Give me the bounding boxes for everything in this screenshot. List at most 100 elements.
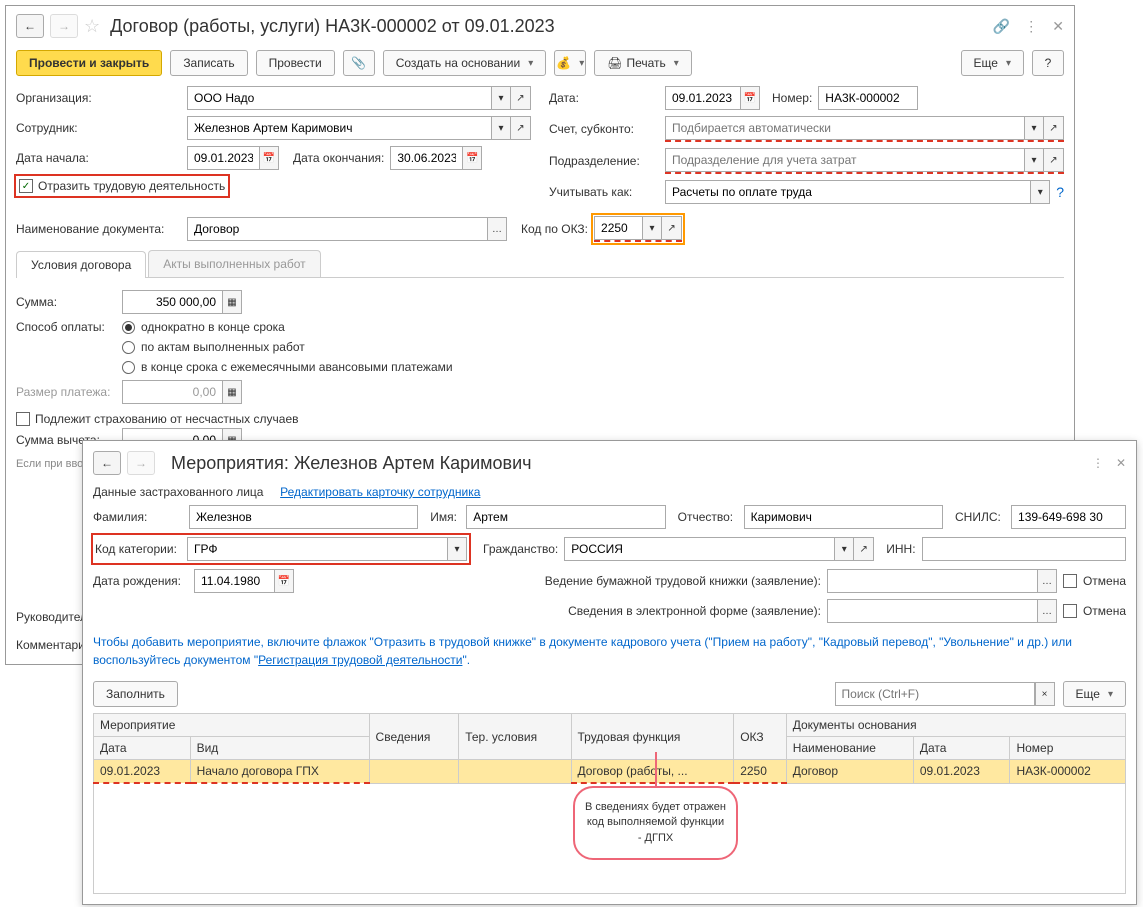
favorite-star-icon[interactable]: ☆ (84, 16, 100, 37)
inn-input[interactable] (922, 537, 1126, 561)
dropdown-icon[interactable]: ▾ (447, 537, 467, 561)
surname-input[interactable] (189, 505, 418, 529)
okz-label: Код по ОКЗ: (521, 222, 588, 236)
open-icon[interactable]: ↗ (662, 216, 682, 240)
open-icon[interactable]: ↗ (854, 537, 874, 561)
dropdown-icon[interactable]: ▾ (1024, 148, 1044, 172)
calendar-icon[interactable]: 📅 (740, 86, 760, 110)
tab-conditions[interactable]: Условия договора (16, 251, 146, 278)
snils-input[interactable] (1011, 505, 1126, 529)
calendar-icon[interactable]: 📅 (274, 569, 294, 593)
ellipsis-icon[interactable]: … (487, 217, 507, 241)
th-docdate[interactable]: Дата (913, 737, 1010, 760)
th-info[interactable]: Сведения (369, 714, 459, 760)
help-icon[interactable]: ? (1056, 184, 1064, 200)
dropdown-icon[interactable]: ▾ (1024, 116, 1044, 140)
close-icon[interactable]: ✕ (1052, 18, 1064, 35)
payment-radio-3[interactable] (122, 361, 135, 374)
end-date-input[interactable] (390, 146, 462, 170)
sum-input[interactable] (122, 290, 222, 314)
cancel1-checkbox[interactable] (1063, 574, 1077, 588)
paper-book-input[interactable] (827, 569, 1037, 593)
table-row[interactable]: 09.01.2023 Начало договора ГПХ Договор (… (94, 760, 1126, 784)
help-button[interactable]: ? (1032, 50, 1064, 76)
calendar-icon[interactable]: 📅 (462, 146, 482, 170)
docname-input[interactable] (187, 217, 487, 241)
calc-icon[interactable]: ▦ (222, 380, 242, 404)
electronic-input[interactable] (827, 599, 1037, 623)
post-button[interactable]: Провести (256, 50, 335, 76)
close-icon[interactable]: ✕ (1116, 456, 1126, 470)
link-icon[interactable]: 🔗 (993, 18, 1010, 35)
nav-back-button[interactable]: ← (93, 451, 121, 475)
calendar-icon[interactable]: 📅 (259, 146, 279, 170)
kebab-menu-icon[interactable]: ⋮ (1092, 456, 1104, 470)
docname-label: Наименование документа: (16, 222, 181, 236)
insurance-checkbox[interactable] (16, 412, 30, 426)
dropdown-icon[interactable]: ▾ (1030, 180, 1050, 204)
nav-forward-button[interactable]: → (50, 14, 78, 38)
th-event[interactable]: Мероприятие (94, 714, 370, 737)
print-button[interactable]: 🖨 Печать (594, 50, 692, 76)
payment-radio-1[interactable] (122, 321, 135, 334)
nav-forward-button[interactable]: → (127, 451, 155, 475)
org-input[interactable] (187, 86, 491, 110)
end-date-label: Дата окончания: (293, 151, 384, 165)
clear-search-icon[interactable]: × (1035, 682, 1055, 706)
edit-employee-link[interactable]: Редактировать карточку сотрудника (280, 485, 480, 499)
reflect-checkbox[interactable]: ✓ (19, 179, 33, 193)
calc-icon[interactable]: ▦ (222, 290, 242, 314)
electronic-label: Сведения в электронной форме (заявление)… (568, 604, 821, 618)
nav-back-button[interactable]: ← (16, 14, 44, 38)
th-type[interactable]: Вид (190, 737, 369, 760)
category-input[interactable] (187, 537, 447, 561)
th-docs[interactable]: Документы основания (786, 714, 1125, 737)
th-okz[interactable]: ОКЗ (734, 714, 786, 760)
date-input[interactable] (665, 86, 740, 110)
birthdate-input[interactable] (194, 569, 274, 593)
citizenship-input[interactable] (564, 537, 834, 561)
dropdown-icon[interactable]: ▾ (642, 216, 662, 240)
category-label: Код категории: (95, 542, 181, 556)
org-label: Организация: (16, 91, 181, 105)
start-date-input[interactable] (187, 146, 259, 170)
fill-button[interactable]: Заполнить (93, 681, 178, 707)
open-icon[interactable]: ↗ (511, 86, 531, 110)
th-name[interactable]: Наименование (786, 737, 913, 760)
create-based-button[interactable]: Создать на основании (383, 50, 547, 76)
tab-acts[interactable]: Акты выполненных работ (148, 250, 320, 277)
open-icon[interactable]: ↗ (1044, 116, 1064, 140)
dropdown-icon[interactable]: ▾ (491, 86, 511, 110)
dropdown-icon[interactable]: ▾ (491, 116, 511, 140)
save-button[interactable]: Записать (170, 50, 247, 76)
th-number[interactable]: Номер (1010, 737, 1126, 760)
more-button[interactable]: Еще (1063, 681, 1126, 707)
th-func[interactable]: Трудовая функция (571, 714, 734, 760)
patronymic-label: Отчество: (678, 510, 738, 524)
dept-input[interactable] (665, 148, 1024, 172)
cancel2-checkbox[interactable] (1063, 604, 1077, 618)
payroll-button[interactable]: 💰 (554, 50, 586, 76)
post-and-close-button[interactable]: Провести и закрыть (16, 50, 162, 76)
open-icon[interactable]: ↗ (511, 116, 531, 140)
kebab-menu-icon[interactable]: ⋮ (1024, 18, 1038, 35)
open-icon[interactable]: ↗ (1044, 148, 1064, 172)
patronymic-input[interactable] (744, 505, 943, 529)
th-terr[interactable]: Тер. условия (459, 714, 571, 760)
okz-input[interactable] (594, 216, 642, 240)
search-input[interactable] (835, 682, 1035, 706)
more-button[interactable]: Еще (961, 50, 1024, 76)
name-input[interactable] (466, 505, 665, 529)
ellipsis-icon[interactable]: … (1037, 569, 1057, 593)
attach-button[interactable]: 📎 (343, 50, 375, 76)
dropdown-icon[interactable]: ▾ (834, 537, 854, 561)
registration-link[interactable]: Регистрация трудовой деятельности (258, 653, 462, 667)
ellipsis-icon[interactable]: … (1037, 599, 1057, 623)
account-as-input[interactable] (665, 180, 1030, 204)
payment-radio-2[interactable] (122, 341, 135, 354)
citizenship-label: Гражданство: (483, 542, 558, 556)
employee-input[interactable] (187, 116, 491, 140)
number-input[interactable] (818, 86, 918, 110)
account-input[interactable] (665, 116, 1024, 140)
th-date[interactable]: Дата (94, 737, 191, 760)
